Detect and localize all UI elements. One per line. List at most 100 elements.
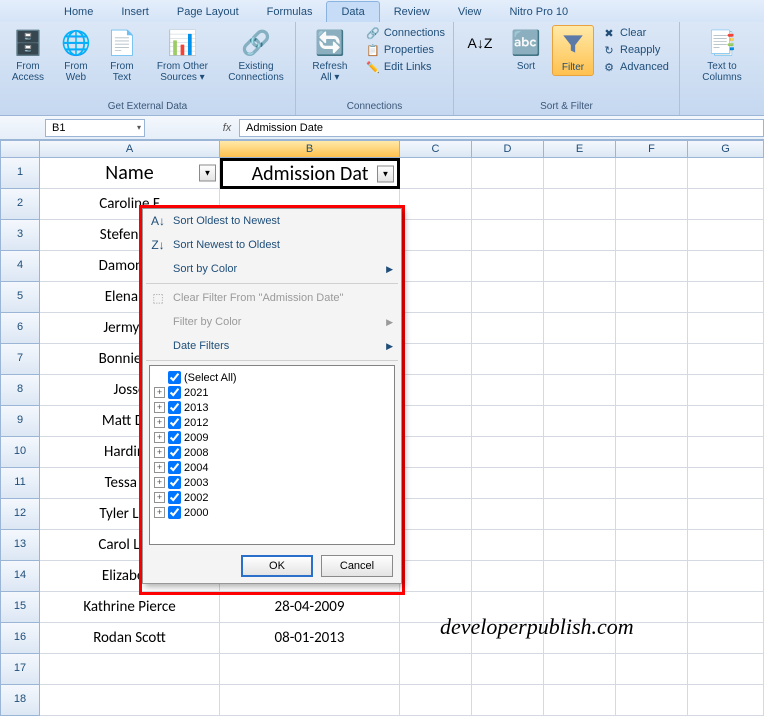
cell[interactable] bbox=[544, 685, 616, 716]
checkbox-year[interactable] bbox=[168, 461, 181, 474]
tree-year[interactable]: +2021 bbox=[154, 385, 390, 400]
cell[interactable] bbox=[616, 189, 688, 220]
checkbox-select-all[interactable] bbox=[168, 371, 181, 384]
clear-button[interactable]: ✖Clear bbox=[600, 25, 671, 41]
cell[interactable] bbox=[220, 685, 400, 716]
cell[interactable] bbox=[472, 282, 544, 313]
cell[interactable] bbox=[688, 158, 764, 189]
cell[interactable] bbox=[40, 654, 220, 685]
filter-dropdown-button[interactable]: ▼ bbox=[377, 165, 394, 182]
tree-select-all[interactable]: (Select All) bbox=[154, 370, 390, 385]
cell[interactable] bbox=[688, 530, 764, 561]
from-web-button[interactable]: 🌐From Web bbox=[56, 25, 96, 85]
sort-az-button[interactable]: A↓Z bbox=[460, 25, 500, 61]
checkbox-year[interactable] bbox=[168, 491, 181, 504]
col-header-b[interactable]: B bbox=[220, 140, 400, 158]
cell[interactable] bbox=[400, 313, 472, 344]
tab-review[interactable]: Review bbox=[380, 2, 444, 22]
select-all-corner[interactable] bbox=[0, 140, 40, 158]
cell[interactable] bbox=[616, 406, 688, 437]
row-header[interactable]: 2 bbox=[0, 189, 40, 220]
name-box[interactable]: B1 bbox=[45, 119, 145, 137]
cell[interactable] bbox=[400, 468, 472, 499]
tree-year[interactable]: +2009 bbox=[154, 430, 390, 445]
cell[interactable] bbox=[616, 468, 688, 499]
from-text-button[interactable]: 📄From Text bbox=[102, 25, 142, 85]
expand-icon[interactable]: + bbox=[154, 477, 165, 488]
cell[interactable] bbox=[544, 499, 616, 530]
cell[interactable] bbox=[544, 189, 616, 220]
cell[interactable] bbox=[400, 654, 472, 685]
row-header[interactable]: 13 bbox=[0, 530, 40, 561]
checkbox-year[interactable] bbox=[168, 416, 181, 429]
cell[interactable] bbox=[688, 375, 764, 406]
row-header[interactable]: 10 bbox=[0, 437, 40, 468]
from-access-button[interactable]: 🗄️From Access bbox=[6, 25, 50, 85]
cell[interactable] bbox=[616, 561, 688, 592]
date-filters[interactable]: Date Filters▶ bbox=[143, 334, 401, 358]
tab-formulas[interactable]: Formulas bbox=[253, 2, 327, 22]
row-header[interactable]: 18 bbox=[0, 685, 40, 716]
cell[interactable] bbox=[400, 375, 472, 406]
cell[interactable] bbox=[616, 654, 688, 685]
filter-dropdown-button[interactable]: ▼ bbox=[199, 165, 216, 182]
row-header[interactable]: 3 bbox=[0, 220, 40, 251]
cell[interactable] bbox=[544, 654, 616, 685]
cell[interactable] bbox=[688, 282, 764, 313]
cell[interactable] bbox=[688, 561, 764, 592]
cell[interactable] bbox=[400, 685, 472, 716]
cell[interactable] bbox=[472, 437, 544, 468]
cell[interactable] bbox=[400, 530, 472, 561]
checkbox-year[interactable] bbox=[168, 386, 181, 399]
cell[interactable] bbox=[472, 685, 544, 716]
cell[interactable] bbox=[544, 158, 616, 189]
checkbox-year[interactable] bbox=[168, 476, 181, 489]
tree-year[interactable]: +2000 bbox=[154, 505, 390, 520]
col-header-a[interactable]: A bbox=[40, 140, 220, 158]
cell[interactable] bbox=[616, 282, 688, 313]
cell[interactable] bbox=[616, 437, 688, 468]
row-header[interactable]: 7 bbox=[0, 344, 40, 375]
cell[interactable] bbox=[472, 344, 544, 375]
cell[interactable] bbox=[472, 530, 544, 561]
cancel-button[interactable]: Cancel bbox=[321, 555, 393, 577]
ok-button[interactable]: OK bbox=[241, 555, 313, 577]
row-header[interactable]: 11 bbox=[0, 468, 40, 499]
checkbox-year[interactable] bbox=[168, 506, 181, 519]
filter-button[interactable]: Filter bbox=[552, 25, 594, 76]
cell[interactable] bbox=[616, 344, 688, 375]
cell[interactable] bbox=[472, 406, 544, 437]
cell[interactable] bbox=[544, 220, 616, 251]
row-header[interactable]: 16 bbox=[0, 623, 40, 654]
tab-data[interactable]: Data bbox=[326, 1, 379, 22]
expand-icon[interactable]: + bbox=[154, 432, 165, 443]
sort-newest-oldest[interactable]: Z↓Sort Newest to Oldest bbox=[143, 233, 401, 257]
sort-oldest-newest[interactable]: A↓Sort Oldest to Newest bbox=[143, 209, 401, 233]
cell[interactable] bbox=[544, 406, 616, 437]
cell[interactable] bbox=[688, 592, 764, 623]
cell[interactable] bbox=[688, 189, 764, 220]
formula-input[interactable]: Admission Date bbox=[239, 119, 764, 137]
expand-icon[interactable]: + bbox=[154, 387, 165, 398]
cell[interactable] bbox=[400, 189, 472, 220]
cell[interactable] bbox=[688, 499, 764, 530]
cell[interactable] bbox=[472, 220, 544, 251]
properties-button[interactable]: 📋Properties bbox=[364, 42, 447, 58]
sort-by-color[interactable]: Sort by Color▶ bbox=[143, 257, 401, 281]
cell[interactable] bbox=[472, 189, 544, 220]
cell[interactable] bbox=[400, 406, 472, 437]
tree-year[interactable]: +2012 bbox=[154, 415, 390, 430]
cell[interactable] bbox=[688, 406, 764, 437]
row-header[interactable]: 6 bbox=[0, 313, 40, 344]
cell[interactable] bbox=[616, 220, 688, 251]
cell[interactable] bbox=[472, 561, 544, 592]
cell[interactable] bbox=[616, 313, 688, 344]
col-header-g[interactable]: G bbox=[688, 140, 764, 158]
cell[interactable]: Kathrine Pierce bbox=[40, 592, 220, 623]
cell[interactable] bbox=[688, 313, 764, 344]
connections-button[interactable]: 🔗Connections bbox=[364, 25, 447, 41]
cell[interactable] bbox=[616, 158, 688, 189]
tab-pagelayout[interactable]: Page Layout bbox=[163, 2, 253, 22]
cell[interactable] bbox=[544, 530, 616, 561]
cell[interactable] bbox=[400, 499, 472, 530]
